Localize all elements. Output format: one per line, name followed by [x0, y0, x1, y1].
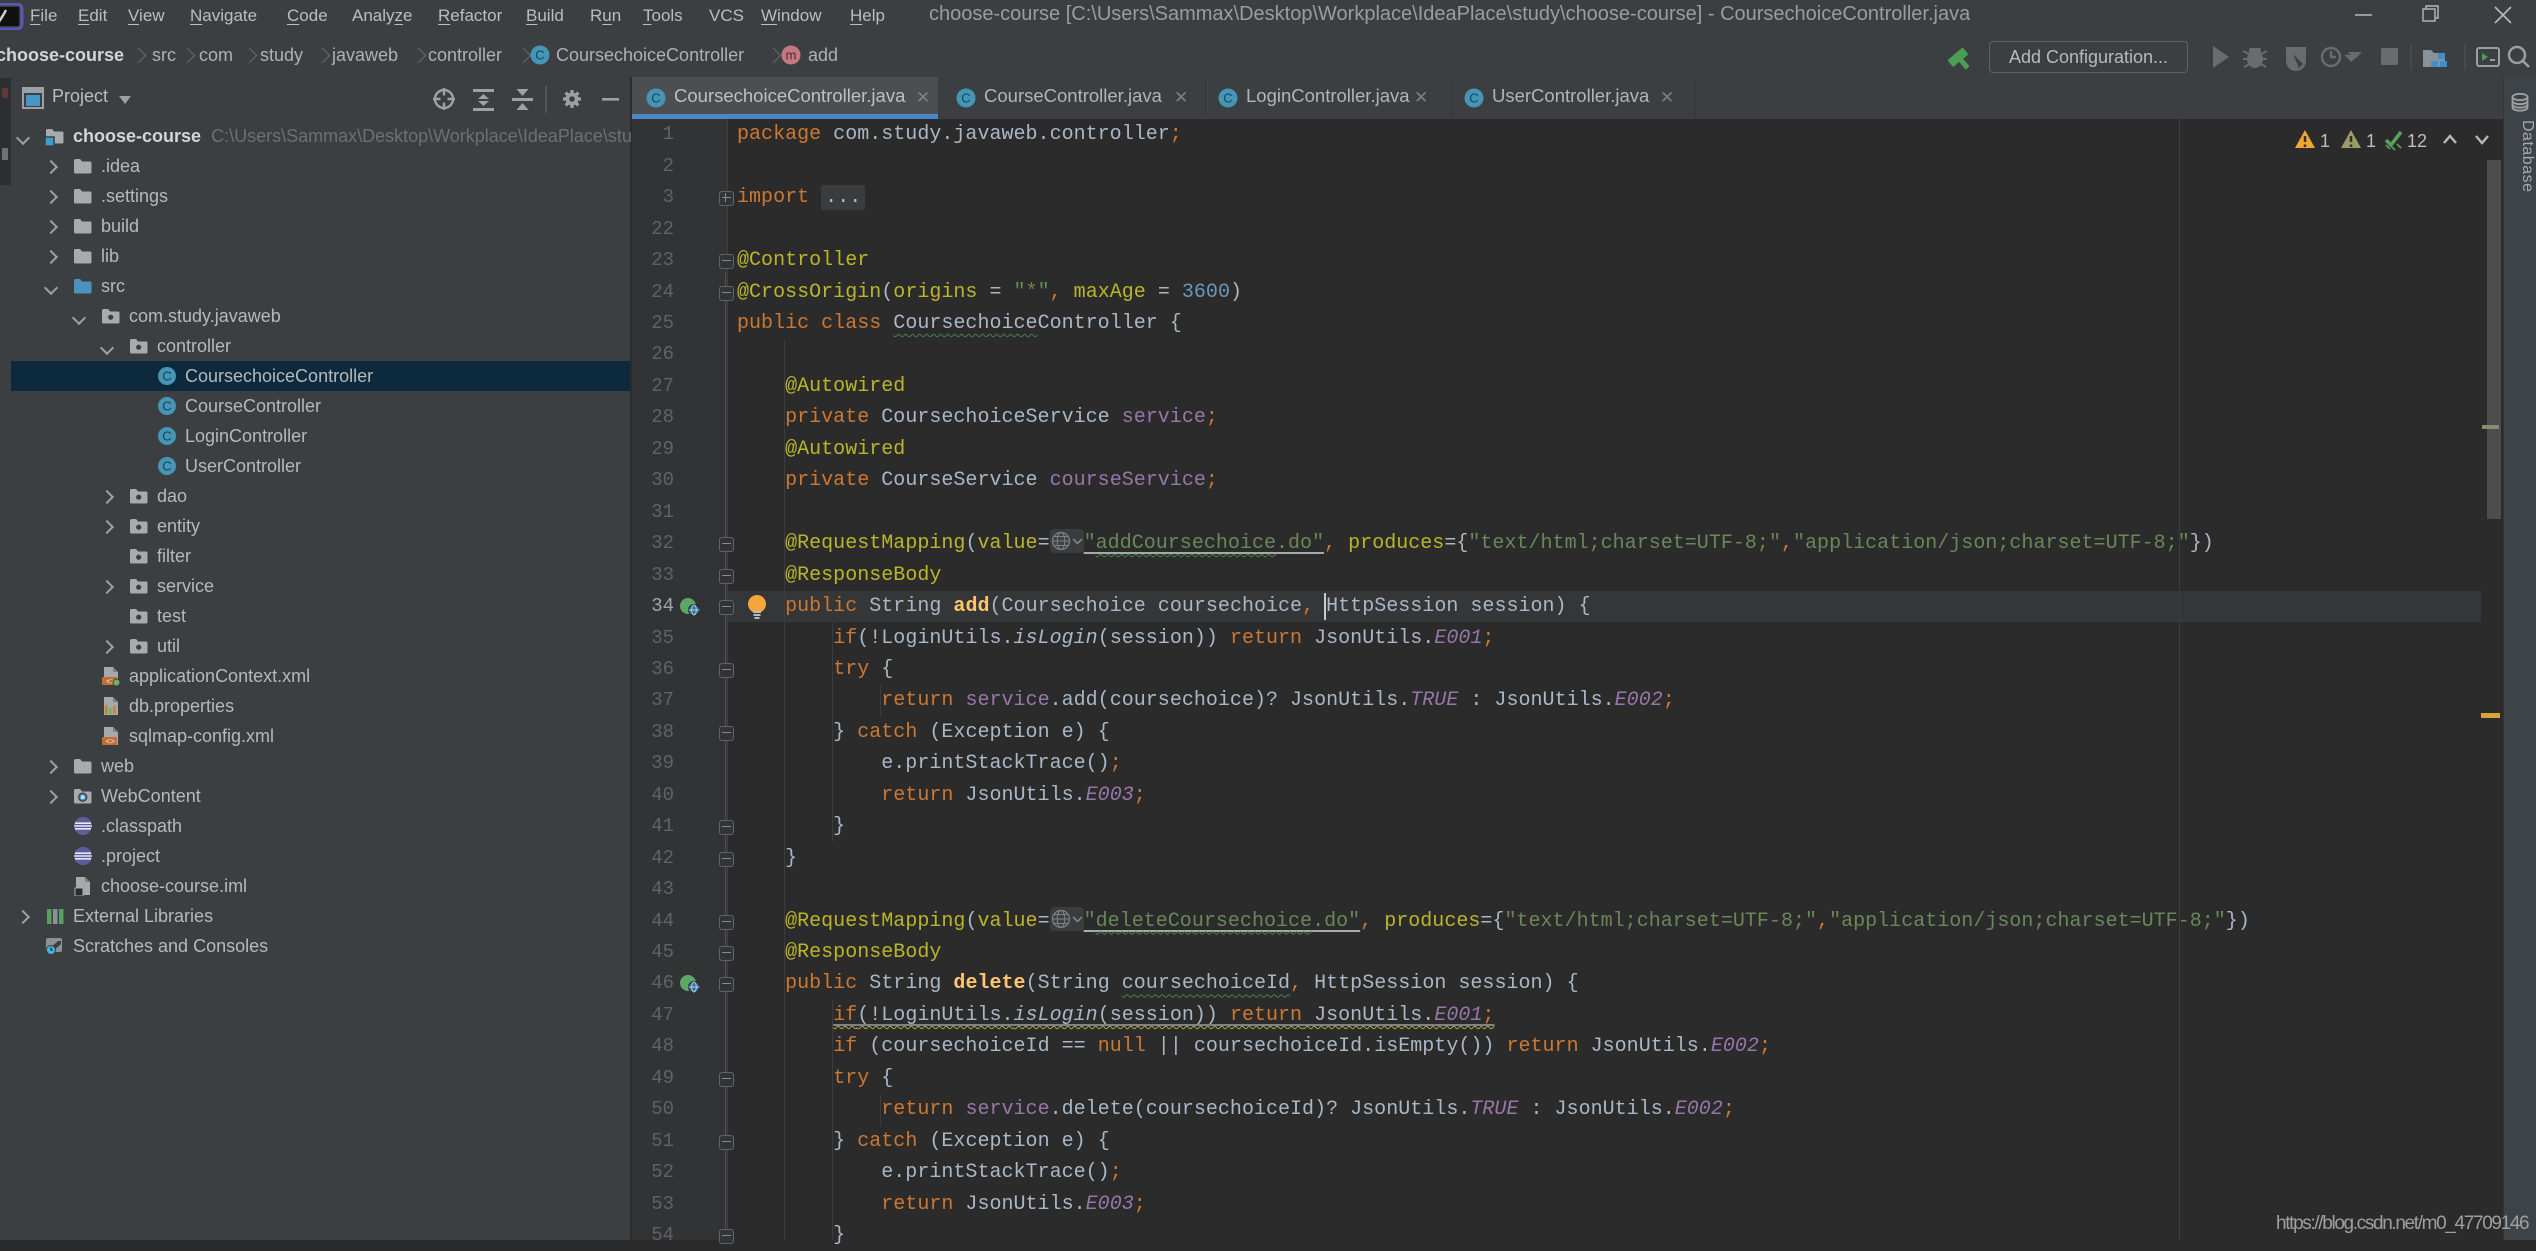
svg-text:C: C: [535, 48, 544, 63]
svg-text:C: C: [162, 459, 171, 474]
svg-text:C: C: [162, 399, 171, 414]
svg-text:C: C: [961, 91, 970, 106]
svg-text:12: 12: [2407, 131, 2427, 151]
svg-text:C: C: [1223, 91, 1232, 106]
svg-text:C: C: [162, 369, 171, 384]
svg-text:m: m: [786, 48, 797, 63]
svg-text:C: C: [651, 91, 660, 106]
svg-text:1: 1: [2366, 131, 2376, 151]
svg-text:C: C: [162, 429, 171, 444]
svg-text:<>: <>: [106, 738, 116, 746]
svg-text:C: C: [1469, 91, 1478, 106]
svg-text:1: 1: [2320, 131, 2330, 151]
